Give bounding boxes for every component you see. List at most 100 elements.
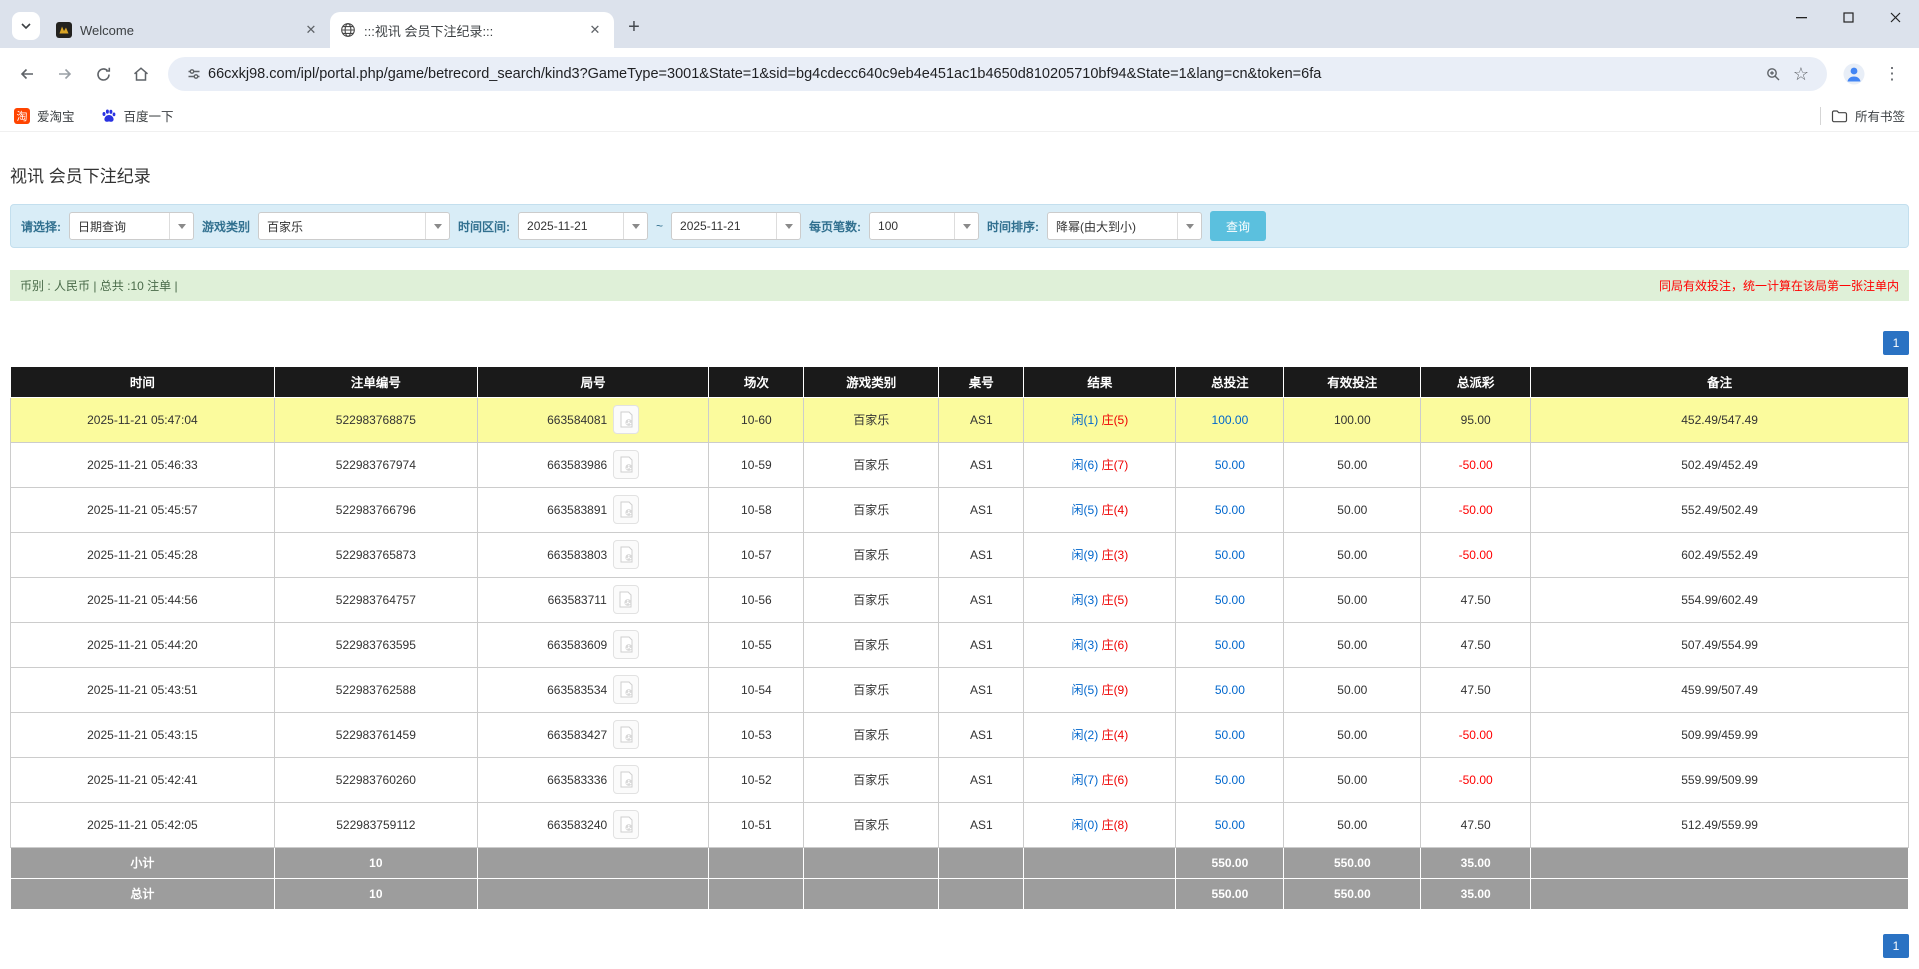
cell-total-bet: 50.00 (1176, 442, 1284, 487)
bookmark-taobao[interactable]: 淘 爱淘宝 (14, 106, 75, 125)
cell-note: 459.99/507.49 (1531, 667, 1909, 712)
cell-total-bet: 50.00 (1176, 487, 1284, 532)
cell-session: 10-59 (709, 442, 804, 487)
new-tab-button[interactable]: + (620, 13, 648, 41)
globe-icon (340, 22, 356, 38)
cell-bet-id: 522983763595 (274, 622, 477, 667)
all-bookmarks-button[interactable]: 所有书签 (1831, 106, 1905, 125)
payout-value: 95.00 (1461, 413, 1491, 427)
cell-payout: 47.50 (1421, 802, 1531, 847)
cell-round: 663583240 (477, 802, 709, 847)
cell-table-no: AS1 (939, 667, 1024, 712)
tab-close-icon[interactable]: ✕ (586, 21, 604, 39)
zoom-icon[interactable] (1759, 60, 1787, 88)
cell-total-bet: 100.00 (1176, 397, 1284, 442)
column-header: 场次 (709, 367, 804, 397)
tab-search-button[interactable] (12, 12, 40, 40)
tab-betrecord[interactable]: :::视讯 会员下注纪录::: ✕ (330, 12, 614, 48)
total-bet-link[interactable]: 50.00 (1215, 818, 1245, 832)
total-bet-link[interactable]: 50.00 (1215, 773, 1245, 787)
tab-welcome[interactable]: Welcome ✕ (46, 12, 330, 48)
bookmark-star-icon[interactable]: ☆ (1787, 60, 1815, 88)
menu-kebab-icon[interactable]: ⋮ (1875, 57, 1909, 91)
total-bet-link[interactable]: 50.00 (1215, 728, 1245, 742)
cell-time: 2025-11-21 05:46:33 (11, 442, 275, 487)
total-bet-link[interactable]: 50.00 (1215, 638, 1245, 652)
video-record-button[interactable] (613, 405, 639, 434)
video-record-button[interactable] (613, 540, 639, 569)
payout-value: -50.00 (1459, 458, 1493, 472)
header-row: 时间注单编号局号场次游戏类别桌号结果总投注有效投注总派彩备注 (11, 367, 1909, 397)
cell-result: 闲(3) 庄(5) (1024, 577, 1176, 622)
cell-table-no: AS1 (939, 532, 1024, 577)
cell-result: 闲(5) 庄(9) (1024, 667, 1176, 712)
maximize-button[interactable] (1825, 0, 1872, 34)
video-record-icon (618, 591, 633, 608)
total-bet-link[interactable]: 50.00 (1215, 593, 1245, 607)
video-record-button[interactable] (613, 765, 639, 794)
bookmark-baidu[interactable]: 百度一下 (101, 106, 174, 125)
minimize-button[interactable] (1778, 0, 1825, 34)
date-from-select[interactable]: 2025-11-21 (518, 212, 648, 240)
close-window-button[interactable] (1872, 0, 1919, 34)
cell-round: 663583891 (477, 487, 709, 532)
cell-table-no: AS1 (939, 577, 1024, 622)
total-bet-link[interactable]: 50.00 (1215, 548, 1245, 562)
video-record-button[interactable] (613, 495, 639, 524)
video-record-button[interactable] (613, 585, 639, 614)
payout-value: -50.00 (1459, 728, 1493, 742)
cell-result: 闲(9) 庄(3) (1024, 532, 1176, 577)
video-record-button[interactable] (613, 675, 639, 704)
cell-round: 663583986 (477, 442, 709, 487)
game-type-label: 游戏类别 (202, 218, 250, 235)
total-bet-link[interactable]: 100.00 (1212, 413, 1249, 427)
video-record-button[interactable] (613, 450, 639, 479)
reload-button[interactable] (86, 57, 120, 91)
forward-button[interactable] (48, 57, 82, 91)
home-icon (132, 65, 150, 83)
query-type-select[interactable]: 日期查询 (69, 212, 194, 240)
cell-game-type: 百家乐 (804, 667, 939, 712)
column-header: 总派彩 (1421, 367, 1531, 397)
bookmark-label: 百度一下 (124, 106, 174, 125)
cell-round: 663583336 (477, 757, 709, 802)
game-type-select[interactable]: 百家乐 (258, 212, 450, 240)
sort-select[interactable]: 降幂(由大到小) (1047, 212, 1202, 240)
column-header: 有效投注 (1284, 367, 1421, 397)
per-page-label: 每页笔数: (809, 218, 861, 235)
site-info-icon[interactable] (180, 60, 208, 88)
date-to-select[interactable]: 2025-11-21 (671, 212, 801, 240)
cell-bet-id: 522983764757 (274, 577, 477, 622)
cell-session: 10-52 (709, 757, 804, 802)
video-record-button[interactable] (613, 720, 639, 749)
profile-avatar[interactable] (1837, 57, 1871, 91)
result-banker: 庄(9) (1102, 683, 1129, 697)
video-record-button[interactable] (613, 630, 639, 659)
video-record-icon (619, 501, 634, 518)
page-number-button[interactable]: 1 (1883, 934, 1909, 958)
url-bar[interactable]: 66cxkj98.com/ipl/portal.php/game/betreco… (168, 57, 1827, 91)
video-record-button[interactable] (613, 810, 639, 839)
dropdown-arrow-icon (425, 213, 449, 239)
video-record-icon (619, 636, 634, 653)
subtotal-total-bet: 550.00 (1176, 847, 1284, 878)
total-bet-link[interactable]: 50.00 (1215, 503, 1245, 517)
url-text[interactable]: 66cxkj98.com/ipl/portal.php/game/betreco… (208, 66, 1759, 82)
payout-value: 47.50 (1461, 593, 1491, 607)
cell-round: 663583609 (477, 622, 709, 667)
back-button[interactable] (10, 57, 44, 91)
page-number-button[interactable]: 1 (1883, 331, 1909, 355)
search-button[interactable]: 查询 (1210, 211, 1266, 241)
column-header: 游戏类别 (804, 367, 939, 397)
cell-total-bet: 50.00 (1176, 802, 1284, 847)
dropdown-arrow-icon (954, 213, 978, 239)
tab-close-icon[interactable]: ✕ (302, 21, 320, 39)
per-page-select[interactable]: 100 (869, 212, 979, 240)
home-button[interactable] (124, 57, 158, 91)
sort-label: 时间排序: (987, 218, 1039, 235)
result-player: 闲(3) (1072, 638, 1099, 652)
cell-payout: -50.00 (1421, 442, 1531, 487)
result-banker: 庄(5) (1102, 413, 1129, 427)
total-bet-link[interactable]: 50.00 (1215, 458, 1245, 472)
total-bet-link[interactable]: 50.00 (1215, 683, 1245, 697)
